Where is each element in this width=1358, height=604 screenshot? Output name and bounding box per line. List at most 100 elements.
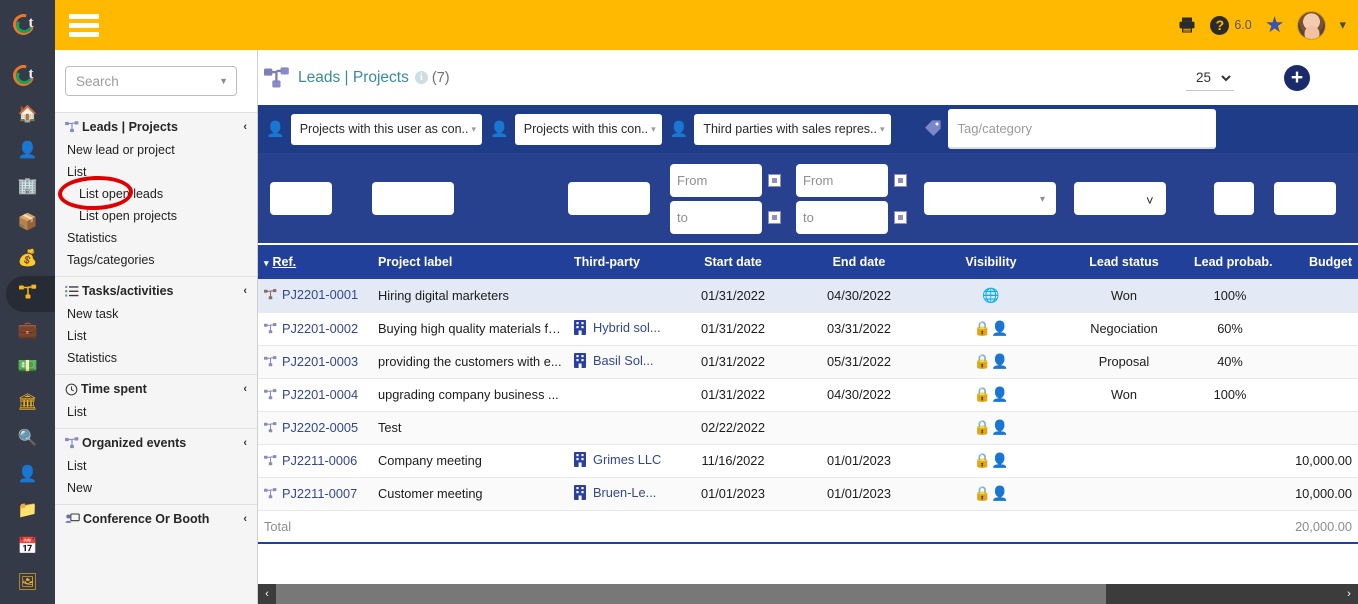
sidebar-item-tags-categories[interactable]: Tags/categories: [55, 249, 257, 271]
chip-tag-category[interactable]: Tag/category: [924, 109, 1216, 149]
chip-field[interactable]: Projects with this con.. ▾: [514, 113, 662, 145]
table-row[interactable]: PJ2201-0002 Buying high quality material…: [258, 312, 1358, 346]
scrollbar-thumb[interactable]: [276, 584, 1106, 604]
rail-item-billing[interactable]: 💵: [0, 348, 55, 384]
calendar-picker-icon-end-from[interactable]: [894, 174, 907, 187]
scrollbar-track[interactable]: [276, 584, 1340, 604]
page-size-select[interactable]: 251050100: [1186, 64, 1234, 91]
scroll-left-arrow[interactable]: ‹: [258, 584, 276, 604]
sidebar-item-events-new[interactable]: New: [55, 477, 257, 499]
rail-item-accounting[interactable]: 🏛: [0, 384, 55, 420]
menu-group-header-organized-events[interactable]: Organized events ‹: [55, 429, 257, 455]
column-header-project-label[interactable]: Project label: [372, 245, 568, 279]
printer-icon[interactable]: [1177, 15, 1197, 35]
filter-project-label-input[interactable]: [372, 182, 454, 215]
menu-group-header-conference-or-booth[interactable]: Conference Or Booth ‹: [55, 505, 257, 531]
avatar[interactable]: [1297, 10, 1327, 40]
rail-item-home[interactable]: 🏠: [0, 96, 55, 132]
rail-item-third-parties[interactable]: 🏢: [0, 168, 55, 204]
rail-item-commercial[interactable]: 💼: [0, 312, 55, 348]
rail-item-projects[interactable]: [0, 276, 61, 312]
chevron-left-icon[interactable]: ‹: [243, 383, 247, 395]
column-header-start-date[interactable]: Start date: [670, 245, 796, 279]
sidebar-item-task-list[interactable]: List: [55, 325, 257, 347]
sidebar-item-new-task[interactable]: New task: [55, 303, 257, 325]
cell-third-party[interactable]: Hybrid sol...: [568, 312, 670, 346]
column-header-lead-probab[interactable]: Lead probab.: [1188, 245, 1272, 279]
sidebar-item-statistics[interactable]: Statistics: [55, 227, 257, 249]
filter-start-date-from-input[interactable]: [670, 164, 762, 197]
sidebar-item-time-list[interactable]: List: [55, 401, 257, 423]
chip-field[interactable]: Projects with this user as con.. ▾: [290, 113, 483, 145]
cell-ref[interactable]: PJ2201-0002: [258, 312, 372, 346]
chevron-down-icon[interactable]: ▾: [472, 124, 477, 135]
filter-end-date-to-input[interactable]: [796, 201, 888, 234]
sidebar-item-list-open-leads[interactable]: List open leads: [55, 183, 257, 205]
cell-third-party[interactable]: Bruen-Le...: [568, 477, 670, 511]
search-box[interactable]: ▼: [65, 66, 237, 96]
sidebar-item-task-statistics[interactable]: Statistics: [55, 347, 257, 369]
cell-ref[interactable]: PJ2211-0006: [258, 444, 372, 478]
chip-field[interactable]: Third parties with sales repres.. ▾: [694, 113, 891, 145]
menu-group-header-time-spent[interactable]: Time spent ‹: [55, 375, 257, 401]
filter-third-party-input[interactable]: [568, 182, 650, 215]
table-row[interactable]: PJ2201-0004 upgrading company business .…: [258, 378, 1358, 412]
chevron-down-icon[interactable]: ▾: [1339, 17, 1346, 33]
chevron-down-icon[interactable]: ▾: [651, 124, 656, 135]
cell-ref[interactable]: PJ2201-0003: [258, 345, 372, 379]
star-icon[interactable]: ★: [1265, 14, 1285, 36]
calendar-picker-icon-start-from[interactable]: [768, 174, 781, 187]
table-row[interactable]: PJ2201-0003 providing the customers with…: [258, 345, 1358, 379]
rail-item-tickets[interactable]: 🖼: [0, 564, 55, 600]
menu-group-header-tasks-activities[interactable]: Tasks/activities ‹: [55, 277, 257, 303]
chevron-left-icon[interactable]: ‹: [243, 513, 247, 525]
cell-ref[interactable]: PJ2201-0001: [258, 279, 372, 313]
column-header-third-party[interactable]: Third-party: [568, 245, 670, 279]
chevron-left-icon[interactable]: ‹: [243, 121, 247, 133]
column-header-lead-status[interactable]: Lead status: [1060, 245, 1188, 279]
filter-budget-input[interactable]: [1274, 182, 1336, 215]
rail-item-hrm[interactable]: 👤: [0, 456, 55, 492]
scroll-right-arrow[interactable]: ›: [1340, 584, 1358, 604]
page-title[interactable]: Leads | Projects: [298, 69, 409, 87]
sort-desc-icon[interactable]: ▾: [264, 258, 269, 268]
add-new-button[interactable]: +: [1284, 64, 1310, 91]
search-input[interactable]: [74, 72, 214, 90]
help-question-icon[interactable]: ?: [1210, 15, 1230, 35]
sidebar-item-new-lead-or-project[interactable]: New lead or project: [55, 139, 257, 161]
calendar-picker-icon-end-to[interactable]: [894, 211, 907, 224]
chevron-left-icon[interactable]: ‹: [243, 285, 247, 297]
column-header-visibility[interactable]: Visibility: [922, 245, 1060, 279]
tag-category-input[interactable]: Tag/category: [947, 109, 1216, 149]
horizontal-scrollbar[interactable]: ‹ ›: [258, 584, 1358, 604]
info-icon[interactable]: i: [414, 71, 428, 84]
chip-projects-with-this-contact[interactable]: 👤 Projects with this con.. ▾: [490, 113, 662, 145]
rail-item-documents[interactable]: 📁: [0, 492, 55, 528]
table-row[interactable]: PJ2201-0001 Hiring digital marketers 01/…: [258, 279, 1358, 313]
rail-item-products[interactable]: 📦: [0, 204, 55, 240]
chevron-down-icon[interactable]: ▾: [880, 124, 885, 135]
rail-logo[interactable]: t: [0, 56, 55, 96]
rail-item-bank[interactable]: 🔍: [0, 420, 55, 456]
filter-lead-status-select[interactable]: [1074, 182, 1166, 215]
column-header-ref[interactable]: ▾ Ref.: [258, 245, 372, 279]
brand-logo[interactable]: t: [0, 0, 55, 50]
cell-third-party[interactable]: Basil Sol...: [568, 345, 670, 379]
filter-end-date-from-input[interactable]: [796, 164, 888, 197]
cell-third-party[interactable]: Grimes LLC: [568, 444, 670, 478]
sidebar-item-events-list[interactable]: List: [55, 455, 257, 477]
rail-item-members[interactable]: 👤: [0, 132, 55, 168]
calendar-picker-icon-start-to[interactable]: [768, 211, 781, 224]
rail-item-stock[interactable]: 💰: [0, 240, 55, 276]
filter-visibility-select[interactable]: [924, 182, 1056, 215]
table-row[interactable]: PJ2211-0007 Customer meeting Bruen-Le...…: [258, 477, 1358, 511]
chip-projects-with-this-user-as-contact[interactable]: 👤 Projects with this user as con.. ▾: [266, 113, 483, 145]
rail-item-agenda[interactable]: 📅: [0, 528, 55, 564]
cell-ref[interactable]: PJ2201-0004: [258, 378, 372, 412]
help-version[interactable]: ? 6.0: [1210, 15, 1252, 35]
filter-ref-input[interactable]: [270, 182, 332, 215]
chip-third-parties-with-sales-rep[interactable]: 👤 Third parties with sales repres.. ▾: [670, 113, 891, 145]
column-header-end-date[interactable]: End date: [796, 245, 922, 279]
table-row[interactable]: PJ2202-0005 Test 02/22/2022 🔒👤: [258, 411, 1358, 445]
chevron-left-icon[interactable]: ‹: [243, 437, 247, 449]
